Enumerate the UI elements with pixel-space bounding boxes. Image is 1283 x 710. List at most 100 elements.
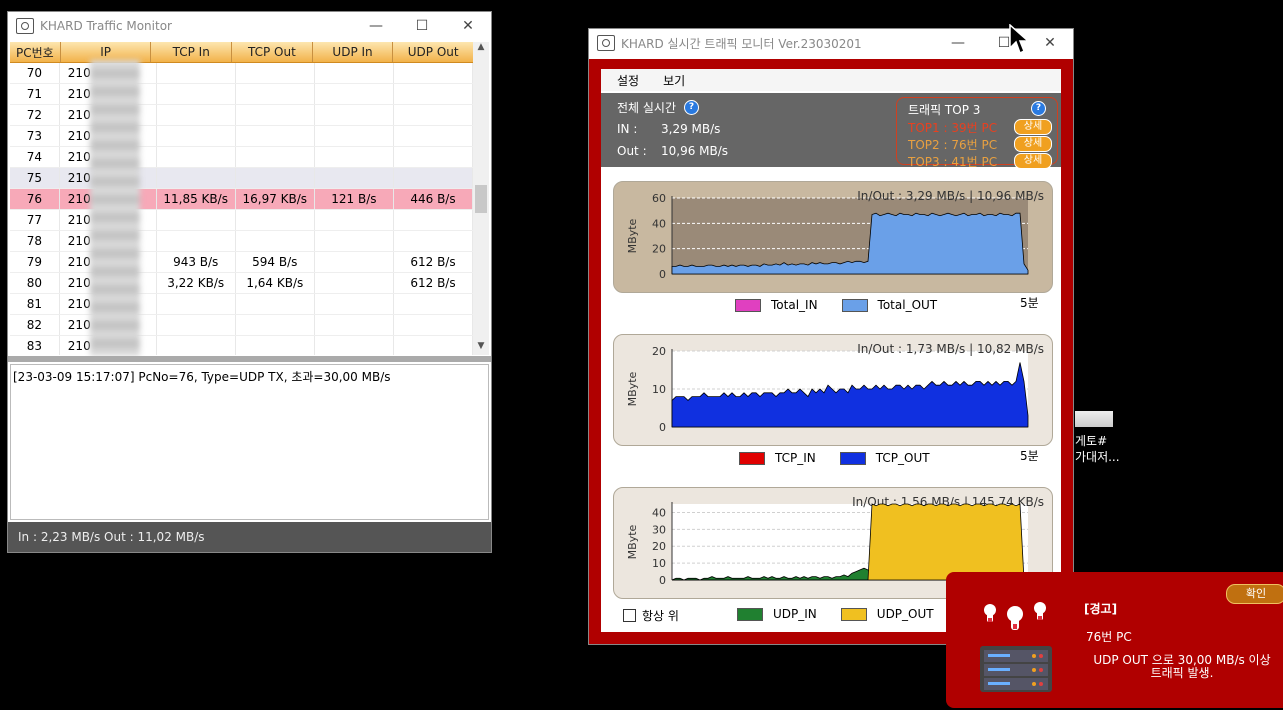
top1-detail-button[interactable]: 상세: [1014, 119, 1052, 135]
legend-swatch-tcp-out: [839, 451, 866, 465]
server-alarm-icon: [980, 602, 1052, 692]
title-bar[interactable]: KHARD Traffic Monitor — ☐ ✕: [8, 12, 491, 40]
close-button[interactable]: ✕: [1027, 29, 1073, 57]
y-tick-label: 40: [652, 217, 666, 230]
udp-in-cell: [315, 273, 394, 293]
always-on-top-label: 항상 위: [642, 609, 679, 623]
tcp-out-cell: [236, 105, 315, 125]
top3-detail-button[interactable]: 상세: [1014, 153, 1052, 169]
table-row[interactable]: 73 210: [10, 126, 473, 147]
pc-cell: 75: [10, 168, 60, 188]
udp-in-cell: [315, 252, 394, 272]
tcp-in-cell: 11,85 KB/s: [157, 189, 236, 209]
menu-settings[interactable]: 설정: [617, 72, 639, 89]
table-row[interactable]: 75 210: [10, 168, 473, 189]
top3-label: TOP3 :: [908, 155, 948, 169]
minimize-button[interactable]: —: [935, 29, 981, 57]
pc-cell: 82: [10, 315, 60, 335]
status-bar: In : 2,23 MB/s Out : 11,02 MB/s: [8, 522, 491, 552]
udp-out-cell: [394, 336, 473, 355]
table-row[interactable]: 79 210 943 B/s 594 B/s 612 B/s: [10, 252, 473, 273]
udp-in-cell: [315, 315, 394, 335]
column-header-tcp-in[interactable]: TCP In: [151, 42, 233, 62]
udp-out-cell: [394, 231, 473, 251]
top3-row: TOP3 : 41번 PC: [908, 153, 997, 170]
title-bar[interactable]: KHARD 실시간 트래픽 모니터 Ver.23030201 — ☐ ✕: [589, 29, 1073, 57]
table-row[interactable]: 77 210: [10, 210, 473, 231]
top1-label: TOP1 :: [908, 121, 948, 135]
column-header-pc[interactable]: PC번호: [10, 42, 61, 62]
scroll-down-icon[interactable]: ▼: [473, 341, 489, 355]
legend-swatch-udp-out: [840, 607, 867, 621]
scroll-thumb[interactable]: [475, 185, 487, 213]
minimize-button[interactable]: —: [353, 12, 399, 40]
y-tick-label: 40: [652, 506, 666, 519]
udp-in-cell: [315, 126, 394, 146]
camera-icon: [597, 35, 615, 51]
help-icon[interactable]: ?: [1031, 101, 1046, 116]
table-row[interactable]: 74 210: [10, 147, 473, 168]
tcp-out-cell: [236, 63, 315, 83]
pc-cell: 78: [10, 231, 60, 251]
column-header-tcp-out[interactable]: TCP Out: [232, 42, 313, 62]
pc-cell: 73: [10, 126, 60, 146]
splitter[interactable]: [8, 356, 491, 362]
y-tick-label: 0: [659, 421, 666, 434]
desktop-label-line2: 가대저...: [1075, 450, 1120, 464]
pc-cell: 77: [10, 210, 60, 230]
table-row[interactable]: 72 210: [10, 105, 473, 126]
udp-out-cell: 446 B/s: [394, 189, 473, 209]
top1-row: TOP1 : 39번 PC: [908, 119, 997, 136]
y-tick-label: 60: [652, 192, 666, 205]
desktop-shortcut-icon[interactable]: [1075, 411, 1113, 427]
scroll-up-icon[interactable]: ▲: [473, 42, 489, 56]
log-panel: [23-03-09 15:17:07] PcNo=76, Type=UDP TX…: [10, 364, 489, 520]
close-button[interactable]: ✕: [445, 12, 491, 40]
table-row[interactable]: 70 210: [10, 63, 473, 84]
traffic-grid[interactable]: 70 210 71 210 72 210 73 210 74 210 75 210 76 210 11,85…: [10, 63, 473, 355]
mouse-cursor-icon: [1009, 24, 1029, 55]
table-row[interactable]: 76 210 11,85 KB/s 16,97 KB/s 121 B/s 446 B/s: [10, 189, 473, 210]
table-row[interactable]: 80 210 3,22 KB/s 1,64 KB/s 612 B/s: [10, 273, 473, 294]
pc-cell: 81: [10, 294, 60, 314]
legend-total-in: Total_IN: [771, 298, 818, 312]
popup-message: UDP OUT 으로 30,00 MB/s 이상 트래픽 발생.: [1086, 654, 1278, 680]
log-line: [23-03-09 15:17:07] PcNo=76, Type=UDP TX…: [13, 370, 391, 384]
in-value: 3,29 MB/s: [661, 122, 721, 136]
warning-popup: 확인 [경고] 76번 PC UDP OUT 으로 30,00 MB/s 이상 …: [946, 572, 1283, 708]
legend-total-out: Total_OUT: [877, 298, 938, 312]
menu-bar: 설정 보기: [601, 69, 1061, 91]
help-icon[interactable]: ?: [684, 100, 700, 115]
pc-cell: 74: [10, 147, 60, 167]
table-row[interactable]: 81 210: [10, 294, 473, 315]
menu-view[interactable]: 보기: [663, 72, 685, 89]
chart-readout: In/Out : 1,73 MB/s | 10,82 MB/s: [857, 342, 1044, 356]
tcp-in-cell: 3,22 KB/s: [157, 273, 236, 293]
top2-detail-button[interactable]: 상세: [1014, 136, 1052, 152]
tcp-in-cell: [157, 210, 236, 230]
checkbox-box[interactable]: [623, 609, 636, 622]
tcp-in-cell: [157, 231, 236, 251]
table-row[interactable]: 71 210: [10, 84, 473, 105]
y-tick-label: 20: [652, 345, 666, 358]
udp-out-cell: [394, 84, 473, 104]
popup-title: [경고]: [1084, 602, 1118, 616]
always-on-top-checkbox[interactable]: 항상 위: [623, 607, 679, 624]
vertical-scrollbar[interactable]: ▲ ▼: [473, 42, 489, 355]
confirm-button[interactable]: 확인: [1226, 584, 1283, 604]
udp-in-cell: 121 B/s: [315, 189, 394, 209]
top1-pc: 39번 PC: [951, 121, 998, 135]
table-row[interactable]: 83 210: [10, 336, 473, 355]
udp-out-cell: [394, 105, 473, 125]
table-row[interactable]: 78 210: [10, 231, 473, 252]
column-header-udp-in[interactable]: UDP In: [313, 42, 394, 62]
tcp-out-cell: 16,97 KB/s: [236, 189, 315, 209]
column-header-udp-out[interactable]: UDP Out: [393, 42, 473, 62]
desktop-shortcut-label[interactable]: 게토# 가대저...: [1075, 433, 1120, 465]
table-row[interactable]: 82 210: [10, 315, 473, 336]
y-axis-label: MByte: [626, 218, 639, 253]
column-header-ip[interactable]: IP: [61, 42, 152, 62]
maximize-button[interactable]: ☐: [399, 12, 445, 40]
pc-cell: 80: [10, 273, 60, 293]
tcp-out-cell: 594 B/s: [236, 252, 315, 272]
